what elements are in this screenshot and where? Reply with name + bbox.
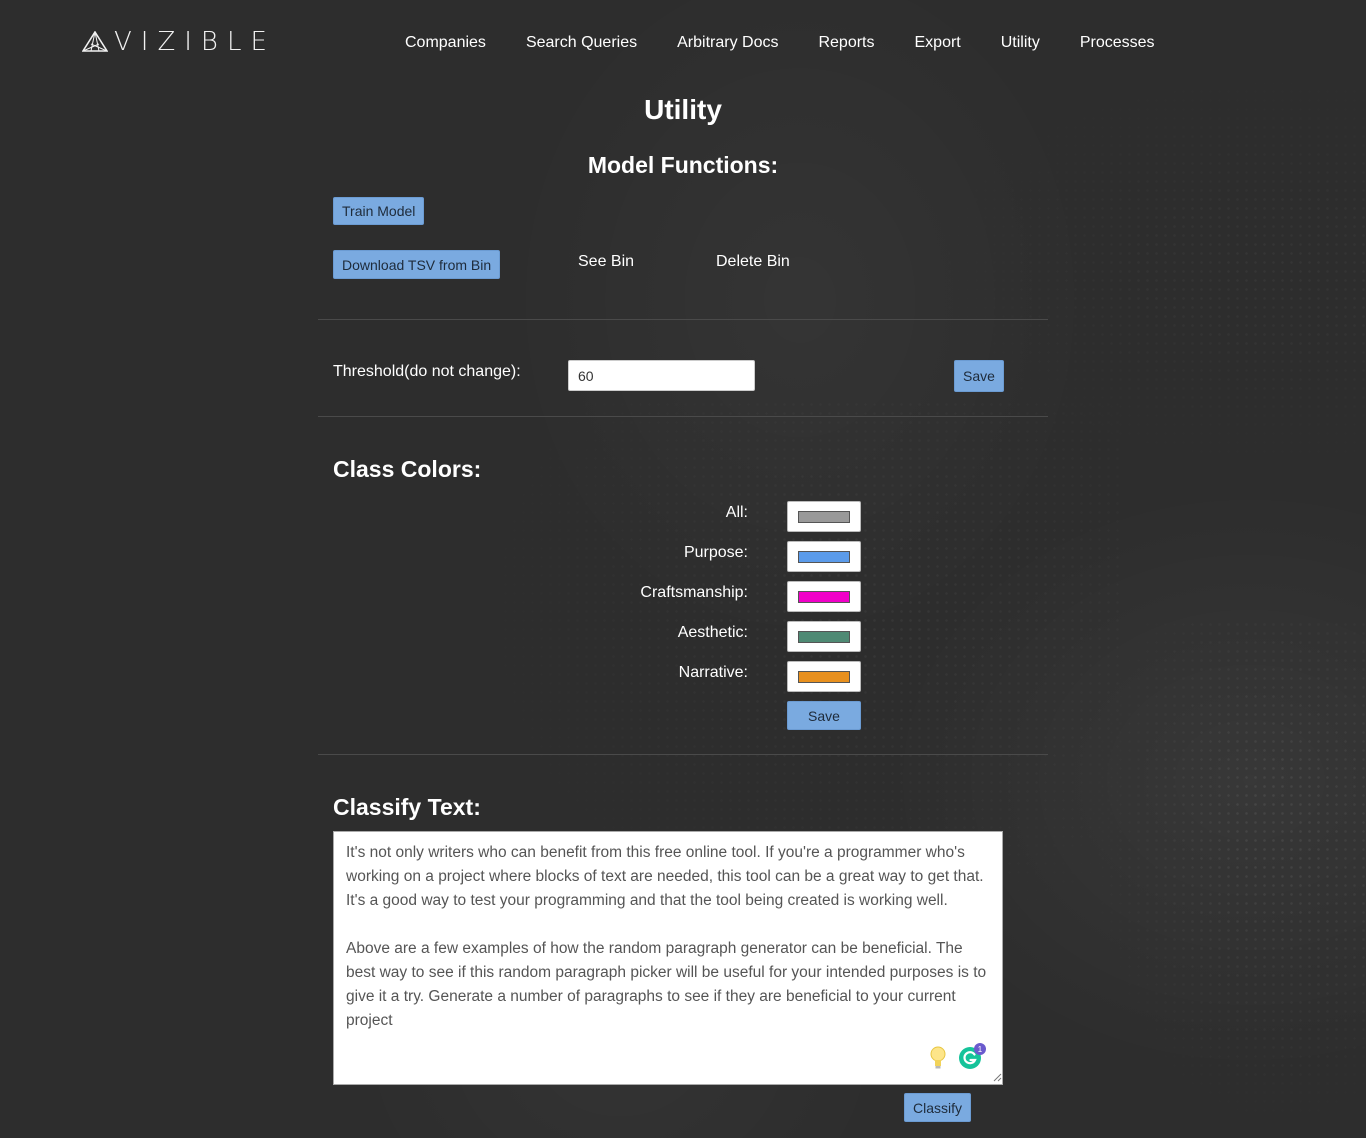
classify-textarea[interactable]: It's not only writers who can benefit fr… [333, 831, 1003, 1085]
nav-search-queries[interactable]: Search Queries [506, 34, 657, 52]
nav-companies[interactable]: Companies [385, 34, 506, 52]
download-tsv-button[interactable]: Download TSV from Bin [333, 250, 501, 279]
delete-bin-link[interactable]: Delete Bin [716, 253, 790, 271]
brand-logo[interactable]: VIZIBLE [82, 27, 276, 57]
color-label-aesthetic: Aesthetic: [677, 624, 748, 641]
classify-button[interactable]: Classify [904, 1093, 972, 1122]
nav-arbitrary-docs[interactable]: Arbitrary Docs [657, 34, 798, 52]
nav-export[interactable]: Export [895, 34, 981, 52]
lightbulb-icon[interactable] [929, 1045, 947, 1071]
color-label-all: All: [725, 504, 748, 521]
color-swatch [798, 590, 850, 603]
color-picker-aesthetic[interactable] [787, 621, 861, 652]
color-picker-craftsmanship[interactable] [787, 581, 861, 612]
divider [318, 319, 1048, 320]
logo-text: VIZIBLE [114, 27, 276, 57]
background-dots-right [1080, 620, 1366, 1138]
model-functions-title: Model Functions: [587, 152, 779, 178]
color-swatch [798, 550, 850, 563]
train-model-button[interactable]: Train Model [333, 197, 425, 225]
divider [318, 416, 1048, 417]
color-label-craftsmanship: Craftsmanship: [640, 584, 748, 601]
nav-processes[interactable]: Processes [1060, 34, 1175, 52]
color-swatch [798, 510, 850, 523]
color-picker-narrative[interactable] [787, 661, 861, 692]
color-picker-all[interactable] [787, 501, 861, 532]
logo-icon [82, 31, 108, 52]
color-label-purpose: Purpose: [683, 544, 748, 561]
resize-handle-icon[interactable] [992, 1072, 1002, 1082]
page-title: Utility [644, 94, 722, 125]
color-label-narrative: Narrative: [678, 664, 748, 681]
class-colors-title: Class Colors: [333, 456, 482, 482]
main-nav: Companies Search Queries Arbitrary Docs … [385, 34, 1175, 52]
grammarly-icon[interactable]: 1 [958, 1042, 990, 1072]
threshold-label: Threshold(do not change): [333, 363, 521, 380]
grammarly-badge-count: 1 [978, 1045, 983, 1054]
color-picker-purpose[interactable] [787, 541, 861, 572]
nav-reports[interactable]: Reports [798, 34, 894, 52]
divider [318, 754, 1048, 755]
see-bin-link[interactable]: See Bin [578, 253, 634, 271]
color-swatch [798, 670, 850, 683]
color-swatch [798, 630, 850, 643]
nav-utility[interactable]: Utility [981, 34, 1060, 52]
colors-save-button[interactable]: Save [787, 701, 861, 730]
threshold-input[interactable] [568, 360, 755, 391]
classify-text-title: Classify Text: [333, 794, 481, 820]
threshold-save-button[interactable]: Save [954, 360, 1004, 392]
